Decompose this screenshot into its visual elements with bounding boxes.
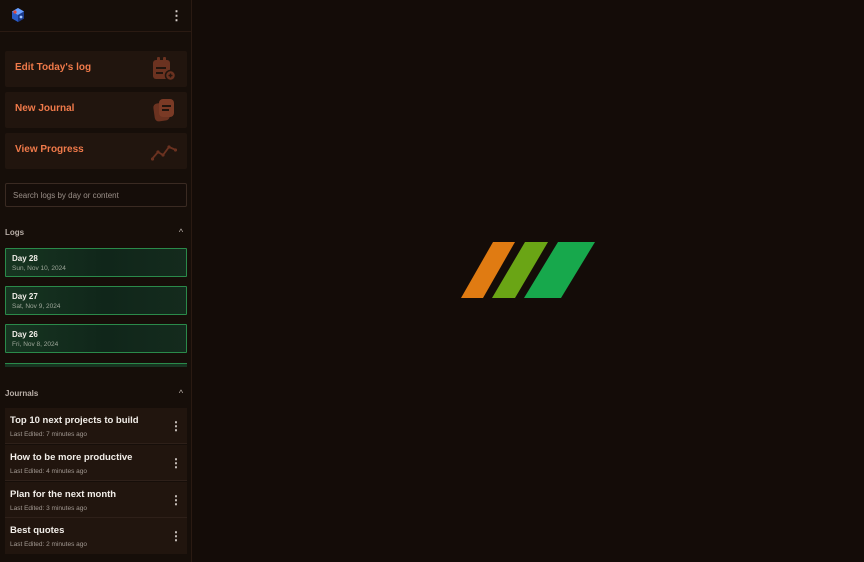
journal-title: Top 10 next projects to build xyxy=(10,415,139,426)
log-item-day-28[interactable]: Day 28 Sun, Nov 10, 2024 xyxy=(5,248,187,277)
journal-item[interactable]: Best quotes Last Edited: 2 minutes ago ⋮ xyxy=(5,518,187,554)
log-day-label: Day 27 xyxy=(12,292,38,301)
search-input[interactable] xyxy=(5,183,187,207)
journal-last-edited: Last Edited: 3 minutes ago xyxy=(10,505,87,512)
notebook-icon xyxy=(153,99,174,122)
new-journal-label: New Journal xyxy=(15,103,75,114)
journal-last-edited: Last Edited: 2 minutes ago xyxy=(10,541,87,548)
view-progress-button[interactable]: View Progress xyxy=(5,133,187,169)
journal-menu-icon[interactable]: ⋮ xyxy=(170,529,182,543)
journal-menu-icon[interactable]: ⋮ xyxy=(170,419,182,433)
logs-section-title: Logs xyxy=(5,228,25,237)
log-date-label: Fri, Nov 8, 2024 xyxy=(12,341,59,348)
journals-section-title: Journals xyxy=(5,389,39,398)
sidebar: ⋮ Edit Today's log New Journal View Prog… xyxy=(0,0,192,562)
app-logo-icon[interactable] xyxy=(10,7,26,23)
journal-title: Best quotes xyxy=(10,525,65,536)
log-day-label: Day 28 xyxy=(12,254,38,263)
app-window: ⋮ Edit Today's log New Journal View Prog… xyxy=(0,0,864,562)
sidebar-header: ⋮ xyxy=(0,0,191,32)
edit-todays-log-button[interactable]: Edit Today's log xyxy=(5,51,187,87)
journal-title: Plan for the next month xyxy=(10,489,117,500)
logs-collapse-chevron-icon[interactable]: ^ xyxy=(176,228,186,237)
trend-line-icon xyxy=(151,145,177,161)
edit-todays-log-label: Edit Today's log xyxy=(15,62,92,73)
log-item-partial[interactable] xyxy=(5,363,187,367)
log-date-label: Sun, Nov 10, 2024 xyxy=(12,265,66,272)
journal-last-edited: Last Edited: 4 minutes ago xyxy=(10,468,87,475)
log-item-day-26[interactable]: Day 26 Fri, Nov 8, 2024 xyxy=(5,324,187,353)
log-day-label: Day 26 xyxy=(12,330,38,339)
brand-stripes-logo-icon xyxy=(461,242,595,298)
journal-last-edited: Last Edited: 7 minutes ago xyxy=(10,431,87,438)
log-date-label: Sat, Nov 9, 2024 xyxy=(12,303,61,310)
calendar-edit-icon xyxy=(153,57,177,82)
sidebar-menu-icon[interactable]: ⋮ xyxy=(170,9,183,23)
view-progress-label: View Progress xyxy=(15,144,84,155)
journal-item[interactable]: How to be more productive Last Edited: 4… xyxy=(5,445,187,481)
main-content xyxy=(193,0,864,562)
journal-menu-icon[interactable]: ⋮ xyxy=(170,456,182,470)
journals-collapse-chevron-icon[interactable]: ^ xyxy=(176,389,186,398)
new-journal-button[interactable]: New Journal xyxy=(5,92,187,128)
journal-menu-icon[interactable]: ⋮ xyxy=(170,493,182,507)
log-item-day-27[interactable]: Day 27 Sat, Nov 9, 2024 xyxy=(5,286,187,315)
journal-item[interactable]: Plan for the next month Last Edited: 3 m… xyxy=(5,482,187,518)
journal-title: How to be more productive xyxy=(10,452,133,463)
journal-item[interactable]: Top 10 next projects to build Last Edite… xyxy=(5,408,187,444)
